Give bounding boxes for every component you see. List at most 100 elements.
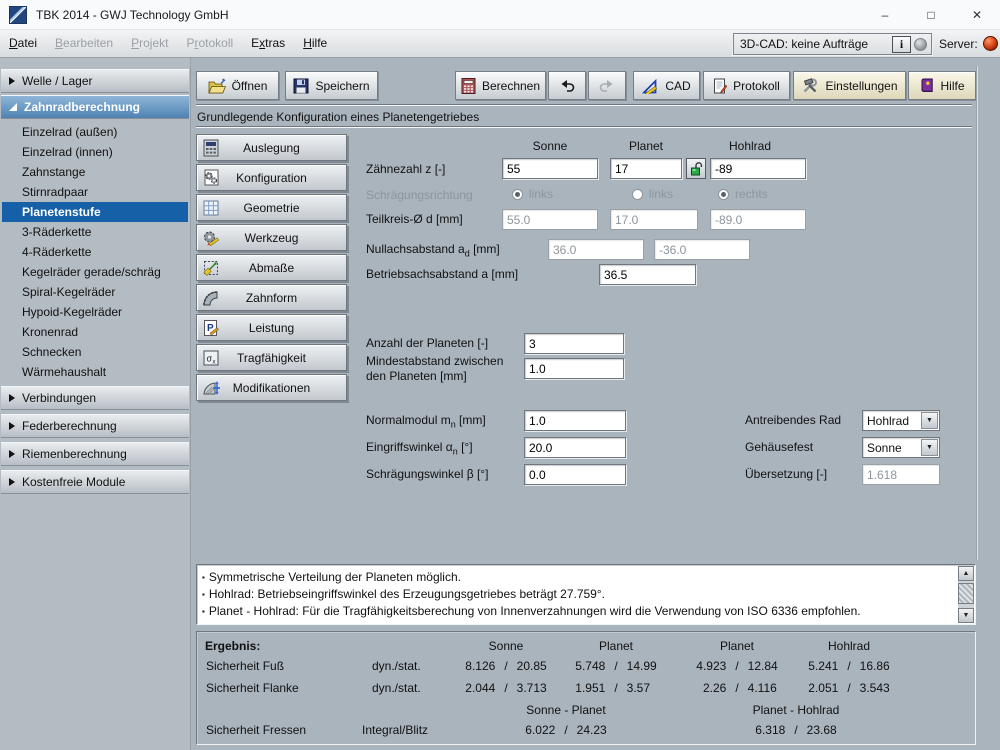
calculate-button[interactable]: Berechnen (455, 71, 546, 100)
message-line: ▪ Symmetrische Verteilung der Planeten mö… (202, 570, 461, 584)
module-input[interactable] (524, 410, 626, 431)
sidebar-item-einzelrad-innen[interactable]: Einzelrad (innen) (2, 142, 188, 162)
redo-icon (599, 79, 613, 92)
teeth-sonne-input[interactable] (502, 158, 598, 179)
undo-button[interactable] (548, 71, 586, 100)
document-icon (714, 78, 728, 93)
helix-hohlrad-radio-group: rechts (718, 187, 768, 201)
message-scrollbar[interactable]: ▲ ▼ (958, 566, 974, 623)
nav-zahnform-button[interactable]: Zahnform (196, 284, 347, 311)
result-col-sonne: Sonne (488, 639, 524, 653)
row-method-fuss: dyn./stat. (372, 659, 421, 673)
sidebar-item-hypoid-kegelraeder[interactable]: Hypoid-Kegelräder (2, 302, 188, 322)
divider (196, 104, 972, 106)
sidebar-section-verbindungen[interactable]: Verbindungen (1, 386, 189, 410)
chevron-down-icon[interactable]: ▼ (921, 412, 938, 429)
sidebar-item-planetenstufe[interactable]: Planetenstufe (2, 202, 188, 222)
cad-triangle-pencil-icon (642, 78, 658, 94)
housing-fixed-select[interactable]: Sonne ▼ (862, 437, 940, 458)
ratio-label: Übersetzung [-] (745, 467, 828, 481)
menu-bearbeiten[interactable]: Bearbeiten (46, 30, 122, 58)
chevron-down-icon (9, 103, 17, 111)
sidebar-section-welle-lager[interactable]: Welle / Lager (1, 69, 189, 93)
sidebar-item-einzelrad-aussen[interactable]: Einzelrad (außen) (2, 122, 188, 142)
sidebar-section-federberechnung[interactable]: Federberechnung (1, 414, 189, 438)
operating-distance-input[interactable] (599, 264, 696, 285)
redo-button[interactable] (588, 71, 626, 100)
menu-hilfe[interactable]: Hilfe (294, 30, 336, 58)
chevron-right-icon (9, 394, 15, 402)
planet-count-input[interactable] (524, 333, 624, 354)
pressure-angle-input[interactable] (524, 437, 626, 458)
scrollbar-thumb[interactable] (958, 583, 974, 604)
column-header-planet: Planet (628, 139, 664, 153)
app-icon (9, 5, 27, 24)
tolerance-measure-icon (203, 261, 218, 276)
maximize-button[interactable]: □ (908, 0, 954, 30)
chevron-right-icon (9, 478, 15, 486)
sidebar-item-stirnradpaar[interactable]: Stirnradpaar (2, 182, 188, 202)
teeth-hohlrad-input[interactable] (710, 158, 806, 179)
nav-konfiguration-button[interactable]: Konfiguration (196, 164, 347, 191)
scroll-up-button[interactable]: ▲ (958, 566, 974, 581)
sidebar-section-riemenberechnung[interactable]: Riemenberechnung (1, 442, 189, 466)
teeth-planet-input[interactable] (610, 158, 682, 179)
teeth-lock-button[interactable] (686, 158, 706, 179)
help-button[interactable]: Hilfe (908, 71, 976, 100)
helix-angle-label: Schrägungswinkel β [°] (366, 467, 489, 481)
sidebar-item-4-raederkette[interactable]: 4-Räderkette (2, 242, 188, 262)
menu-protokoll[interactable]: Protokoll (177, 30, 242, 58)
sidebar-item-waermehaushalt[interactable]: Wärmehaushalt (2, 362, 188, 382)
sidebar-item-zahnstange[interactable]: Zahnstange (2, 162, 188, 182)
result-value: 5.748/14.99 (575, 659, 657, 673)
min-distance-input[interactable] (524, 358, 624, 379)
menu-bar: Datei Bearbeiten Projekt Protokoll Extra… (0, 30, 1000, 58)
menu-extras[interactable]: Extras (242, 30, 294, 58)
chevron-down-icon[interactable]: ▼ (921, 439, 938, 456)
floppy-disk-icon (293, 78, 309, 93)
nav-geometrie-button[interactable]: Geometrie (196, 194, 347, 221)
nav-leistung-button[interactable]: P Leistung (196, 314, 347, 341)
sidebar-item-kronenrad[interactable]: Kronenrad (2, 322, 188, 342)
nav-auslegung-button[interactable]: Auslegung (196, 134, 347, 161)
results-panel: Ergebnis: Sonne Planet Planet Hohlrad Si… (196, 631, 976, 745)
nav-modifikationen-button[interactable]: Modifikationen (196, 374, 347, 401)
save-button[interactable]: Speichern (285, 71, 378, 100)
sidebar-item-3-raederkette[interactable]: 3-Räderkette (2, 222, 188, 242)
scroll-down-button[interactable]: ▼ (958, 608, 974, 623)
cad-button[interactable]: CAD (633, 71, 700, 100)
helix-sonne-radio-group: links (512, 187, 553, 201)
nav-tragfaehigkeit-button[interactable]: σ x Tragfähigkeit (196, 344, 347, 371)
sidebar-section-kostenfreie-module[interactable]: Kostenfreie Module (1, 470, 189, 494)
open-button[interactable]: Öffnen (196, 71, 279, 100)
radio-button (512, 188, 523, 200)
tools-icon (804, 77, 818, 92)
close-button[interactable]: ✕ (954, 0, 1000, 30)
null-center-distance-label: Nullachsabstand ad [mm] (366, 242, 500, 259)
minimize-button[interactable]: – (862, 0, 908, 30)
sidebar-item-schnecken[interactable]: Schnecken (2, 342, 188, 362)
sidebar-item-kegelraeder[interactable]: Kegelräder gerade/schräg (2, 262, 188, 282)
modification-icon (203, 381, 220, 395)
nav-werkzeug-button[interactable]: Werkzeug (196, 224, 347, 251)
info-button[interactable]: i (892, 35, 911, 53)
menu-datei[interactable]: Datei (0, 30, 46, 58)
message-line: ▪ Planet - Hohlrad: Für die Tragfähigkeit… (202, 604, 861, 618)
helix-angle-input[interactable] (524, 464, 626, 485)
window-title: TBK 2014 - GWJ Technology GmbH (36, 7, 229, 22)
operating-distance-label: Betriebsachsabstand a [mm] (366, 267, 519, 281)
driving-wheel-select[interactable]: Hohlrad ▼ (862, 410, 940, 431)
protocol-button[interactable]: Protokoll (703, 71, 790, 100)
sidebar-item-spiral-kegelraeder[interactable]: Spiral-Kegelräder (2, 282, 188, 302)
pitch-sonne-input (502, 209, 598, 230)
configuration-gears-icon (204, 169, 219, 186)
result-value: 2.26/4.116 (702, 681, 777, 695)
settings-button[interactable]: Einstellungen (793, 71, 906, 100)
ratio-input (862, 464, 940, 485)
help-book-icon (921, 78, 934, 92)
menu-projekt[interactable]: Projekt (122, 30, 177, 58)
nav-abmasse-button[interactable]: Abmaße (196, 254, 347, 281)
result-value: 8.126/20.85 (465, 659, 547, 673)
sidebar-section-zahnradberechnung[interactable]: Zahnradberechnung (1, 95, 189, 119)
column-header-sonne: Sonne (532, 139, 568, 153)
